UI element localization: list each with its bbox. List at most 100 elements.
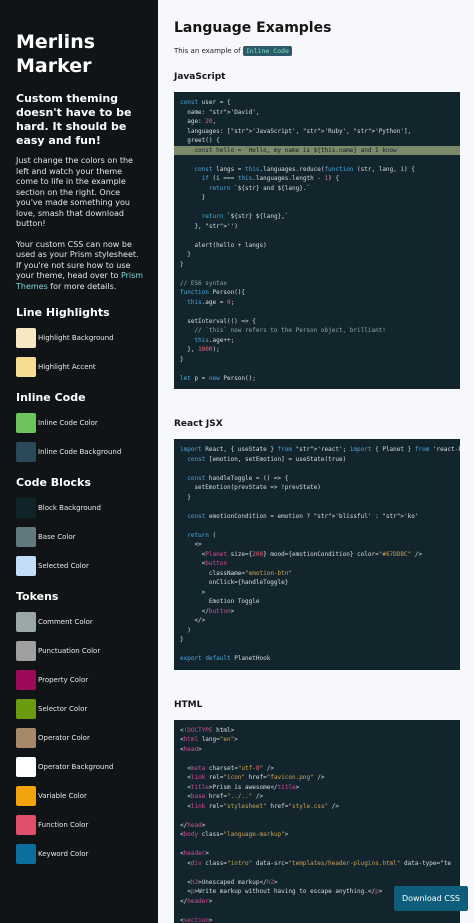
- section-title-inline-code: Inline Code: [16, 391, 86, 404]
- color-label: Block Background: [38, 504, 101, 512]
- section-title-line-highlights: Line Highlights: [16, 306, 110, 319]
- code-line: if (i === this.languages.length - 1) {: [201, 175, 339, 182]
- code-line: import React, { useState } from "str">'r…: [180, 446, 460, 453]
- color-picker-highlight-background[interactable]: Highlight Background: [16, 328, 146, 348]
- color-picker-selector-color[interactable]: Selector Color: [16, 699, 146, 719]
- color-swatch[interactable]: [16, 670, 36, 690]
- color-picker-inline-code-background[interactable]: Inline Code Background: [16, 442, 146, 462]
- code-line: <body class="language-markup">: [180, 831, 289, 838]
- code-line: this.age++;: [194, 336, 235, 344]
- code-line: return `${str} ${lang},`: [201, 213, 289, 220]
- color-swatch[interactable]: [16, 728, 36, 748]
- brand-title: Merlins Marker: [16, 30, 146, 78]
- code-line: >: [180, 588, 206, 596]
- color-swatch[interactable]: [16, 844, 36, 864]
- css-paragraph: Your custom CSS can now be used as your …: [16, 240, 146, 293]
- color-picker-comment-color[interactable]: Comment Color: [16, 612, 146, 632]
- color-picker-base-color[interactable]: Base Color: [16, 527, 146, 547]
- color-swatch[interactable]: [16, 527, 36, 547]
- color-swatch[interactable]: [16, 815, 36, 835]
- code-line: <button: [180, 560, 227, 567]
- code-line: const emotionCondition = emotion ? "str"…: [187, 512, 419, 520]
- page-title: Language Examples: [174, 20, 332, 36]
- code-line: <link rel="stylesheet" href="style.css" …: [180, 802, 339, 810]
- color-swatch[interactable]: [16, 786, 36, 806]
- color-swatch[interactable]: [16, 641, 36, 661]
- color-sections: Line Highlights Highlight Background Highl…: [16, 306, 146, 864]
- main-content: Language Examples This an example of Inl…: [158, 0, 474, 923]
- color-label: Highlight Background: [38, 334, 114, 342]
- color-picker-punctuation-color[interactable]: Punctuation Color: [16, 641, 146, 661]
- code-line: name: "str">'David',: [180, 108, 260, 116]
- code-line: export default PlanetHook: [180, 655, 271, 662]
- code-line: <!DOCTYPE html>: [180, 726, 235, 734]
- code-line: className="emotion-btn": [180, 569, 292, 577]
- color-label: Comment Color: [38, 618, 93, 626]
- code-line: greet() {: [180, 137, 220, 144]
- color-picker-variable-color[interactable]: Variable Color: [16, 786, 146, 806]
- code-line: <html lang="en">: [180, 736, 238, 743]
- code-line: const handleToggle = () => {: [187, 474, 289, 482]
- color-label: Operator Background: [38, 763, 114, 771]
- color-label: Selector Color: [38, 705, 88, 713]
- lang-title-react-jsx: React JSX: [174, 419, 223, 429]
- code-line: </button>: [180, 607, 235, 615]
- color-picker-keyword-color[interactable]: Keyword Color: [16, 844, 146, 864]
- code-line: <div class="intro" data-src="templates/h…: [180, 859, 451, 867]
- color-swatch[interactable]: [16, 328, 36, 348]
- code-line: </>: [180, 617, 206, 624]
- code-line: }: [180, 636, 184, 643]
- code-line: ): [180, 626, 191, 634]
- color-swatch[interactable]: [16, 699, 36, 719]
- color-swatch[interactable]: [16, 556, 36, 576]
- download-css-button[interactable]: Download CSS: [393, 886, 468, 911]
- color-picker-operator-color[interactable]: Operator Color: [16, 728, 146, 748]
- code-block-react-jsx: import React, { useState } from "str">'r…: [174, 439, 460, 670]
- color-label: Property Color: [38, 676, 89, 684]
- code-line: <section>: [180, 916, 213, 923]
- code-line: const langs = this.languages.reduce(func…: [194, 165, 415, 173]
- code-line: }: [180, 260, 184, 268]
- color-label: Inline Code Color: [38, 419, 98, 427]
- code-line: }: [180, 251, 191, 258]
- code-block-javascript: const user = { name: "str">'David', age:…: [174, 92, 460, 389]
- color-swatch[interactable]: [16, 498, 36, 518]
- code-line: return (: [187, 531, 217, 539]
- color-label: Keyword Color: [38, 850, 89, 858]
- code-line: setEmotion(prevState => !prevState): [180, 484, 321, 491]
- color-picker-highlight-accent[interactable]: Highlight Accent: [16, 357, 146, 377]
- color-picker-function-color[interactable]: Function Color: [16, 815, 146, 835]
- color-picker-operator-background[interactable]: Operator Background: [16, 757, 146, 777]
- color-swatch[interactable]: [16, 612, 36, 632]
- color-picker-block-background[interactable]: Block Background: [16, 498, 146, 518]
- color-label: Variable Color: [38, 792, 87, 800]
- color-swatch[interactable]: [16, 442, 36, 462]
- color-swatch[interactable]: [16, 357, 36, 377]
- color-swatch[interactable]: [16, 757, 36, 777]
- lang-title-html: HTML: [174, 699, 203, 710]
- color-picker-selected-color[interactable]: Selected Color: [16, 556, 146, 576]
- color-swatch[interactable]: [16, 413, 36, 433]
- code-line: alert(hello + langs): [180, 241, 267, 249]
- code-line: <meta charset="utf-8" />: [180, 764, 274, 772]
- code-line: }, "str">''): [180, 222, 238, 230]
- code-line: <head>: [180, 745, 202, 753]
- color-picker-inline-code-color[interactable]: Inline Code Color: [16, 413, 146, 433]
- code-line: <Planet size={200} mood={emotionConditio…: [180, 550, 423, 558]
- code-line: </head>: [180, 821, 206, 829]
- code-line: }, 1000);: [180, 346, 220, 353]
- color-label: Punctuation Color: [38, 647, 101, 655]
- color-picker-property-color[interactable]: Property Color: [16, 670, 146, 690]
- code-line: const user = {: [180, 99, 231, 106]
- brand-line-2: Marker: [16, 55, 92, 77]
- code-line: let p = new Person();: [180, 374, 256, 382]
